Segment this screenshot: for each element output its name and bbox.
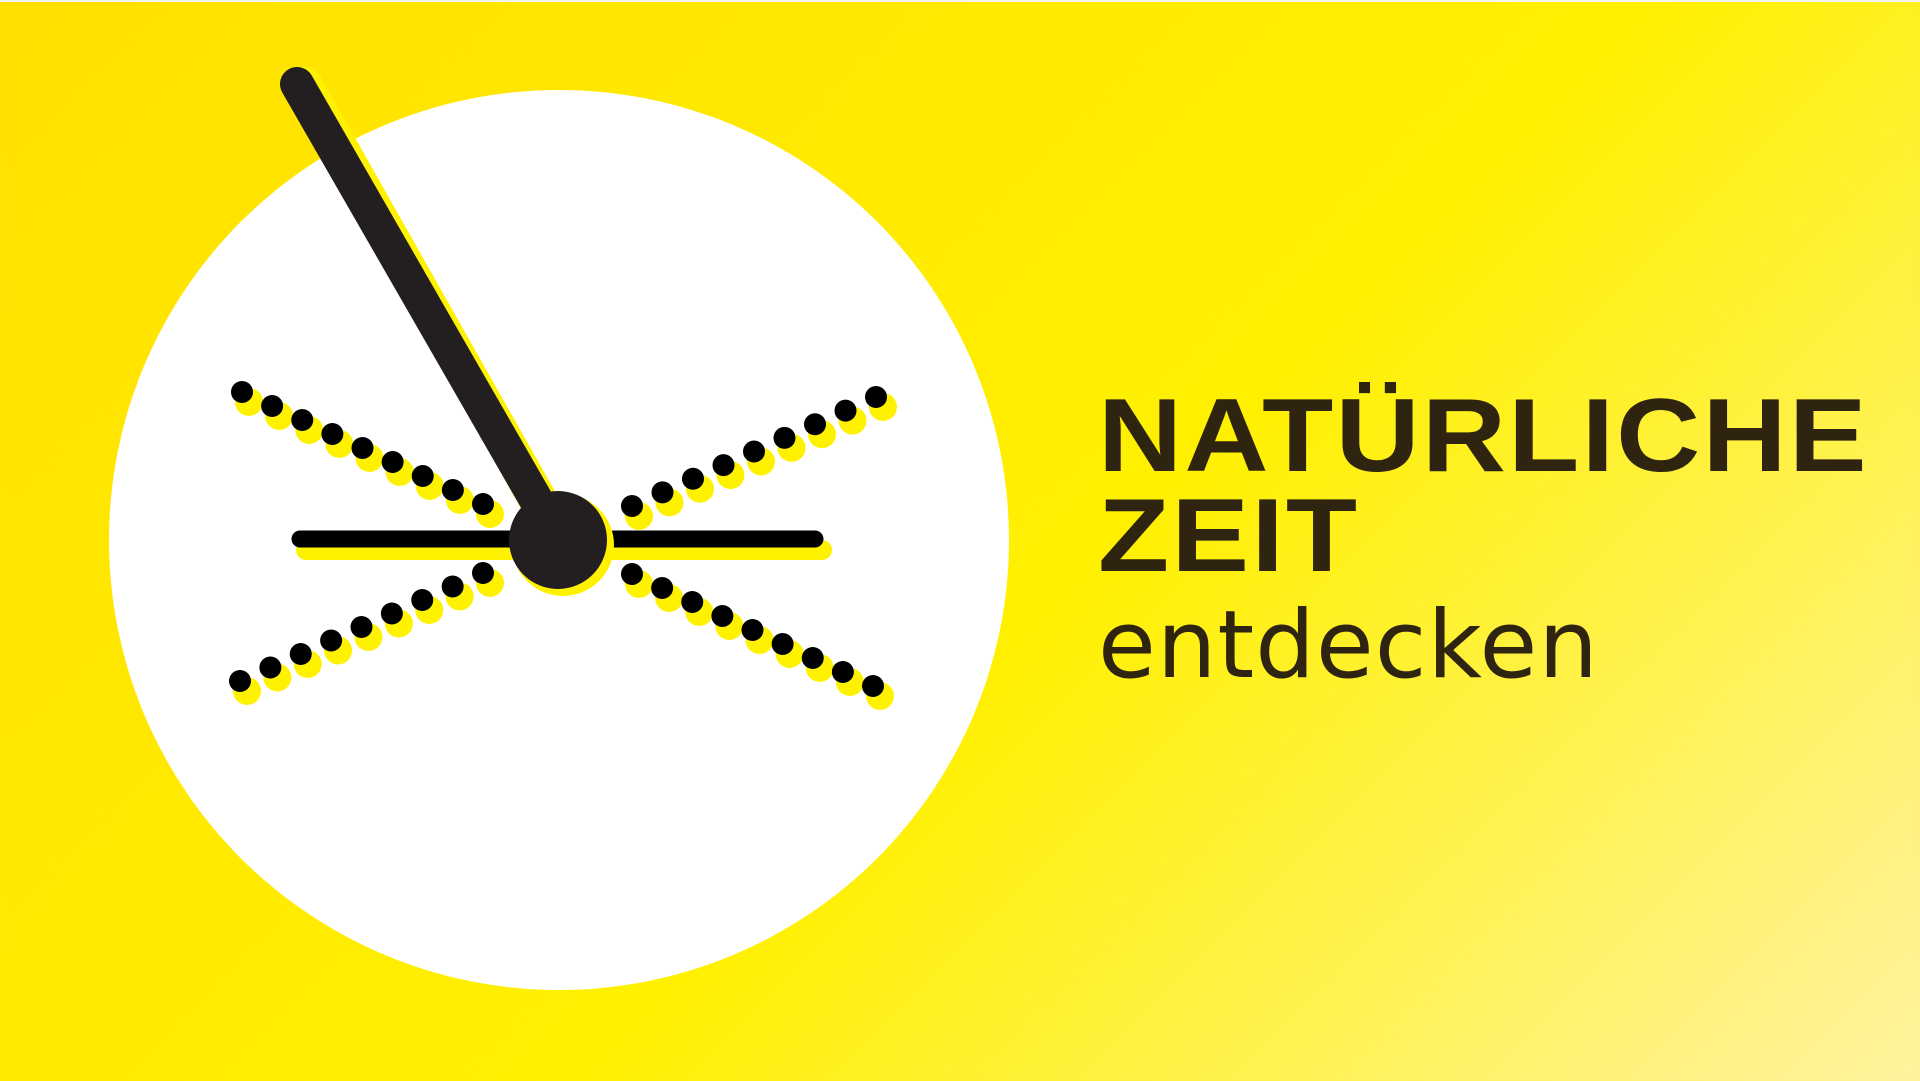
ray-lower-right-dot — [681, 591, 704, 613]
ray-lower-left-dot — [441, 575, 464, 598]
ray-lower-left-dot — [320, 629, 343, 652]
title-line-1: NATÜRLICHE — [1098, 378, 1869, 494]
ray-lower-left-dot — [411, 589, 434, 611]
ray-upper-left-dot — [231, 381, 253, 403]
ray-upper-left-dot — [261, 395, 284, 417]
ray-lower-right-dot — [831, 661, 854, 683]
ray-lower-right-dot — [801, 647, 824, 669]
page: { "title_line_1": "NATÜRLICHE", "title_l… — [0, 0, 1920, 1081]
ray-lower-left-dot — [229, 670, 251, 692]
ray-upper-left-dot — [381, 451, 404, 473]
ray-lower-right-dot — [621, 563, 643, 585]
ray-upper-right-dot — [804, 413, 826, 436]
ray-upper-right-dot — [743, 440, 765, 463]
ray-lower-right-dot — [711, 605, 734, 627]
ray-lower-right-dot — [771, 633, 794, 655]
ray-upper-right-dot — [621, 495, 643, 517]
ray-upper-left-dot — [411, 465, 434, 487]
ray-upper-left-dot — [321, 423, 344, 445]
ray-upper-right-dot — [865, 386, 887, 408]
ray-upper-left-dot — [291, 409, 314, 431]
ray-lower-right-dot — [862, 675, 884, 697]
ray-lower-right-dot — [651, 577, 674, 599]
ray-lower-left-dot — [289, 643, 312, 665]
ray-lower-left-dot — [350, 616, 373, 638]
ray-upper-right-dot — [682, 467, 704, 490]
ray-lower-left-dot — [259, 656, 282, 679]
ray-upper-left-dot — [472, 493, 494, 515]
subtitle: entdecken — [1098, 591, 1599, 700]
ray-lower-right-dot — [741, 619, 764, 641]
ray-upper-right-dot — [712, 454, 735, 477]
title-line-2: ZEIT — [1098, 478, 1360, 594]
ray-lower-left-dot — [472, 562, 494, 584]
headline: NATÜRLICHE ZEIT entdecken — [1098, 384, 1878, 700]
ray-upper-right-dot — [651, 481, 674, 504]
ray-upper-left-dot — [351, 437, 374, 459]
ray-upper-right-dot — [773, 426, 796, 449]
ray-lower-left-dot — [380, 602, 403, 625]
ray-upper-right-dot — [834, 399, 857, 422]
clock-hub — [509, 491, 607, 589]
ray-upper-left-dot — [441, 479, 464, 501]
